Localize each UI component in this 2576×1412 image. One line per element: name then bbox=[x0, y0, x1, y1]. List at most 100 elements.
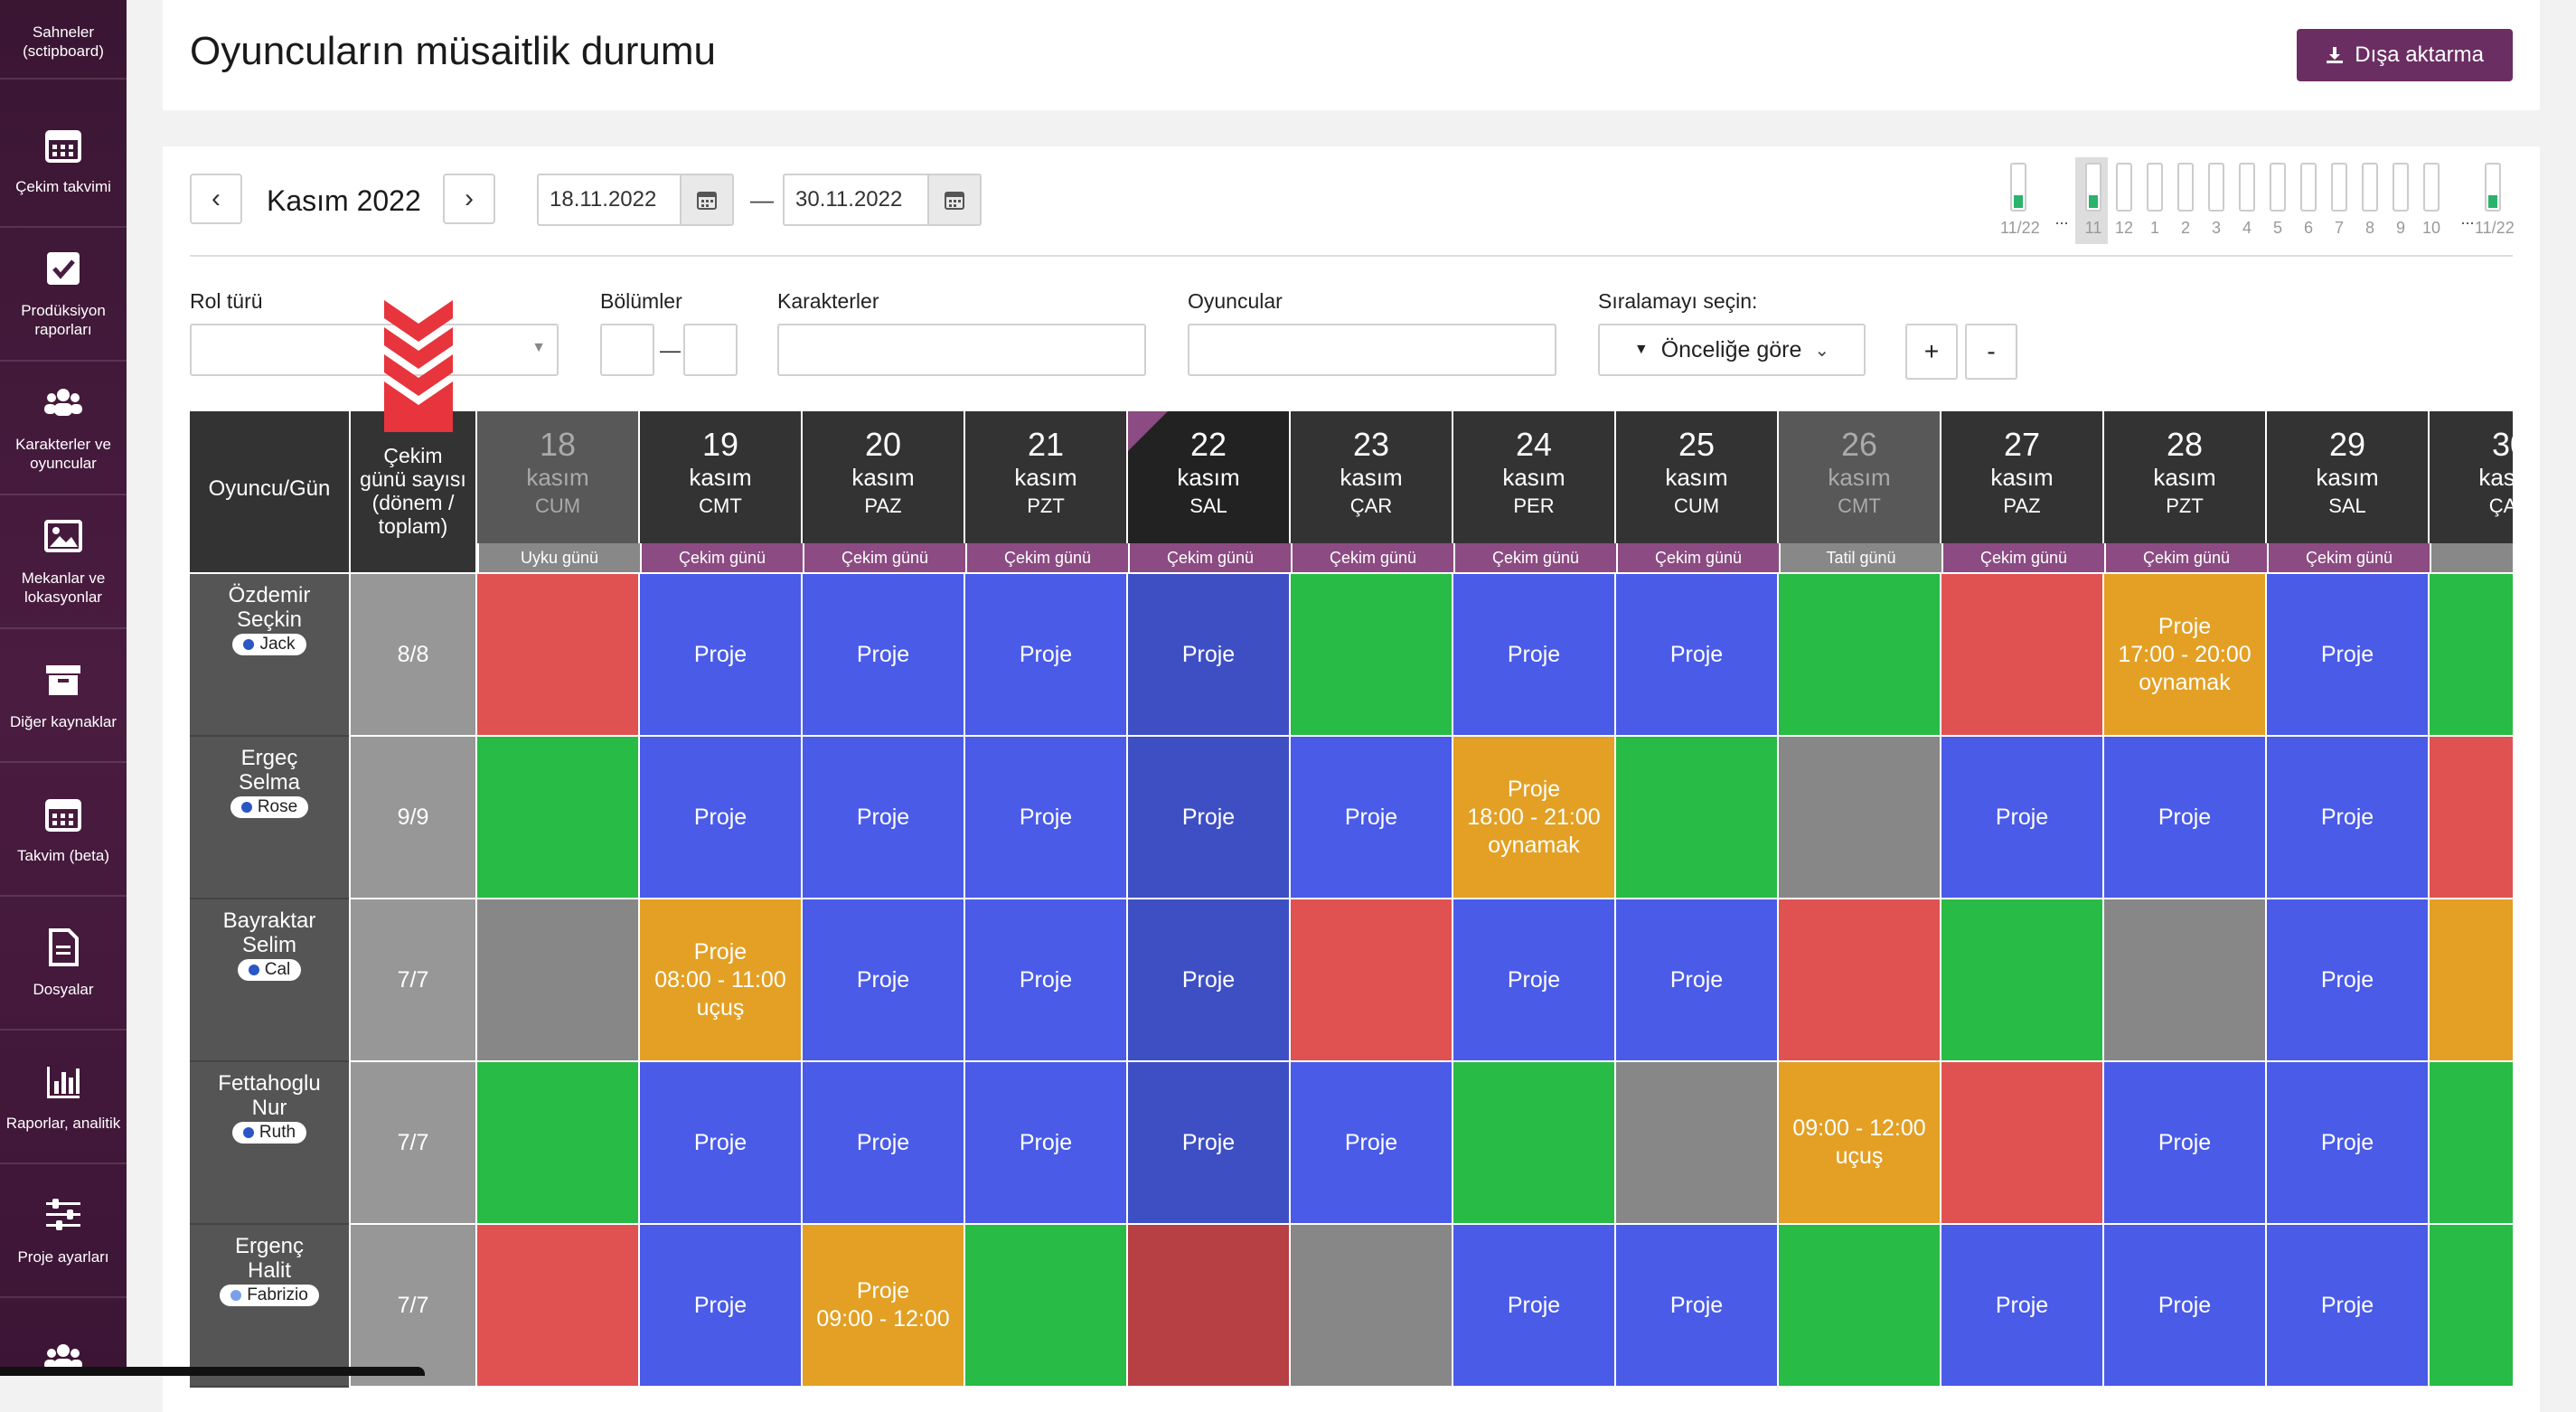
mini-timeline-bar[interactable] bbox=[2423, 163, 2440, 212]
availability-cell[interactable]: Proje bbox=[2104, 1225, 2267, 1388]
availability-cell[interactable] bbox=[2430, 574, 2513, 737]
availability-cell[interactable] bbox=[2430, 899, 2513, 1062]
availability-cell[interactable]: Proje bbox=[1291, 1062, 1453, 1225]
availability-cell[interactable]: Proje bbox=[640, 737, 803, 899]
episodes-from-input[interactable] bbox=[600, 324, 654, 376]
availability-cell[interactable] bbox=[477, 1062, 640, 1225]
availability-cell[interactable]: Proje bbox=[803, 1062, 965, 1225]
availability-cell[interactable] bbox=[1779, 899, 1941, 1062]
availability-cell[interactable]: Proje bbox=[803, 737, 965, 899]
availability-cell[interactable] bbox=[477, 574, 640, 737]
sidebar-item-10[interactable] bbox=[0, 1298, 127, 1376]
availability-cell[interactable]: Proje bbox=[2267, 737, 2430, 899]
availability-cell[interactable]: Proje bbox=[1616, 899, 1779, 1062]
actor-cell[interactable]: Bayraktar Selim Cal bbox=[190, 899, 349, 1062]
sidebar-item-7[interactable]: Dosyalar bbox=[0, 897, 127, 1031]
availability-cell[interactable]: Proje 17:00 - 20:00 oynamak bbox=[2104, 574, 2267, 737]
availability-cell[interactable]: Proje bbox=[2267, 1062, 2430, 1225]
mini-timeline-bar[interactable] bbox=[2393, 163, 2409, 212]
mini-timeline-bar[interactable] bbox=[2300, 163, 2317, 212]
day-header[interactable]: 24 kasım PER bbox=[1453, 411, 1614, 543]
sidebar-item-9[interactable]: Proje ayarları bbox=[0, 1164, 127, 1298]
day-header[interactable]: 29 kasım SAL bbox=[2267, 411, 2428, 543]
characters-input[interactable] bbox=[777, 324, 1146, 376]
role-type-select[interactable]: ▼ bbox=[190, 324, 559, 376]
day-header[interactable]: 22 kasım SAL bbox=[1128, 411, 1289, 543]
availability-cell[interactable]: Proje bbox=[1128, 899, 1291, 1062]
availability-cell[interactable]: Proje bbox=[2267, 574, 2430, 737]
sidebar-item-3[interactable]: Karakterler ve oyuncular bbox=[0, 362, 127, 495]
mini-timeline-bar[interactable] bbox=[2331, 163, 2347, 212]
availability-cell[interactable] bbox=[1779, 574, 1941, 737]
actors-input[interactable] bbox=[1188, 324, 1556, 376]
availability-cell[interactable] bbox=[1941, 1062, 2104, 1225]
availability-cell[interactable]: Proje bbox=[640, 1062, 803, 1225]
availability-cell[interactable]: Proje bbox=[2104, 737, 2267, 899]
availability-cell[interactable] bbox=[1941, 574, 2104, 737]
availability-cell[interactable]: Proje bbox=[2267, 899, 2430, 1062]
availability-cell[interactable]: Proje bbox=[965, 737, 1128, 899]
export-button[interactable]: Dışa aktarma bbox=[2297, 29, 2513, 81]
availability-cell[interactable] bbox=[1128, 1225, 1291, 1388]
sidebar-item-5[interactable]: Diğer kaynaklar bbox=[0, 629, 127, 763]
availability-cell[interactable] bbox=[1779, 1225, 1941, 1388]
availability-cell[interactable]: Proje bbox=[1941, 1225, 2104, 1388]
actor-cell[interactable]: Ergeç Selma Rose bbox=[190, 737, 349, 899]
day-header[interactable]: 18 kasım CUM bbox=[477, 411, 638, 543]
date-from-field[interactable]: 18.11.2022 bbox=[537, 174, 734, 226]
next-month-button[interactable]: › bbox=[443, 174, 495, 224]
availability-cell[interactable] bbox=[1291, 574, 1453, 737]
availability-cell[interactable] bbox=[1291, 899, 1453, 1062]
availability-cell[interactable]: Proje bbox=[1128, 737, 1291, 899]
zoom-out-button[interactable]: - bbox=[1965, 324, 2017, 380]
availability-cell[interactable]: Proje bbox=[640, 1225, 803, 1388]
availability-cell[interactable]: Proje bbox=[1453, 574, 1616, 737]
availability-cell[interactable]: Proje bbox=[1616, 1225, 1779, 1388]
calendar-icon[interactable] bbox=[680, 175, 732, 224]
availability-cell[interactable]: Proje bbox=[965, 899, 1128, 1062]
day-header[interactable]: 26 kasım CMT bbox=[1779, 411, 1940, 543]
day-header[interactable]: 27 kasım PAZ bbox=[1941, 411, 2102, 543]
availability-cell[interactable] bbox=[1616, 737, 1779, 899]
availability-cell[interactable] bbox=[1616, 1062, 1779, 1225]
sort-select[interactable]: ▼ Önceliğe göre ⌄ bbox=[1598, 324, 1866, 376]
availability-cell[interactable] bbox=[2430, 1062, 2513, 1225]
availability-cell[interactable] bbox=[477, 1225, 640, 1388]
date-to-field[interactable]: 30.11.2022 bbox=[783, 174, 982, 226]
availability-cell[interactable]: Proje bbox=[1941, 737, 2104, 899]
sidebar-item-2[interactable]: Prodüksiyon raporları bbox=[0, 228, 127, 362]
availability-cell[interactable] bbox=[965, 1225, 1128, 1388]
mini-timeline-bar[interactable] bbox=[2208, 163, 2224, 212]
availability-cell[interactable]: Proje bbox=[1453, 899, 1616, 1062]
availability-cell[interactable]: Proje bbox=[2267, 1225, 2430, 1388]
availability-cell[interactable]: Proje bbox=[965, 1062, 1128, 1225]
availability-cell[interactable]: Proje bbox=[1616, 574, 1779, 737]
availability-cell[interactable]: 09:00 - 12:00 uçuş bbox=[1779, 1062, 1941, 1225]
mini-timeline-bar[interactable] bbox=[2239, 163, 2255, 212]
day-header[interactable]: 20 kasım PAZ bbox=[803, 411, 964, 543]
day-header[interactable]: 28 kasım PZT bbox=[2104, 411, 2265, 543]
mini-timeline-bar[interactable] bbox=[2147, 163, 2163, 212]
day-header[interactable]: 23 kasım ÇAR bbox=[1291, 411, 1452, 543]
sidebar-item-0[interactable]: Sahneler (sctipboard) bbox=[0, 0, 127, 80]
availability-cell[interactable]: Proje bbox=[1453, 1225, 1616, 1388]
day-header[interactable]: 19 kasım CMT bbox=[640, 411, 801, 543]
actor-cell[interactable]: Fettahoglu Nur Ruth bbox=[190, 1062, 349, 1225]
availability-cell[interactable]: Proje 18:00 - 21:00 oynamak bbox=[1453, 737, 1616, 899]
availability-cell[interactable] bbox=[1779, 737, 1941, 899]
availability-cell[interactable] bbox=[477, 899, 640, 1062]
availability-cell[interactable]: Proje bbox=[965, 574, 1128, 737]
day-header[interactable]: 21 kasım PZT bbox=[965, 411, 1126, 543]
availability-cell[interactable]: Proje bbox=[803, 899, 965, 1062]
sidebar-item-8[interactable]: Raporlar, analitik bbox=[0, 1031, 127, 1164]
availability-cell[interactable]: Proje 09:00 - 12:00 bbox=[803, 1225, 965, 1388]
availability-cell[interactable] bbox=[2104, 899, 2267, 1062]
zoom-in-button[interactable]: + bbox=[1905, 324, 1958, 380]
sidebar-item-4[interactable]: Mekanlar ve lokasyonlar bbox=[0, 495, 127, 629]
mini-timeline-bar[interactable] bbox=[2177, 163, 2194, 212]
availability-cell[interactable]: Proje bbox=[640, 574, 803, 737]
day-header[interactable]: 25 kasım CUM bbox=[1616, 411, 1777, 543]
prev-month-button[interactable]: ‹ bbox=[190, 174, 242, 224]
availability-cell[interactable] bbox=[2430, 737, 2513, 899]
availability-cell[interactable] bbox=[477, 737, 640, 899]
